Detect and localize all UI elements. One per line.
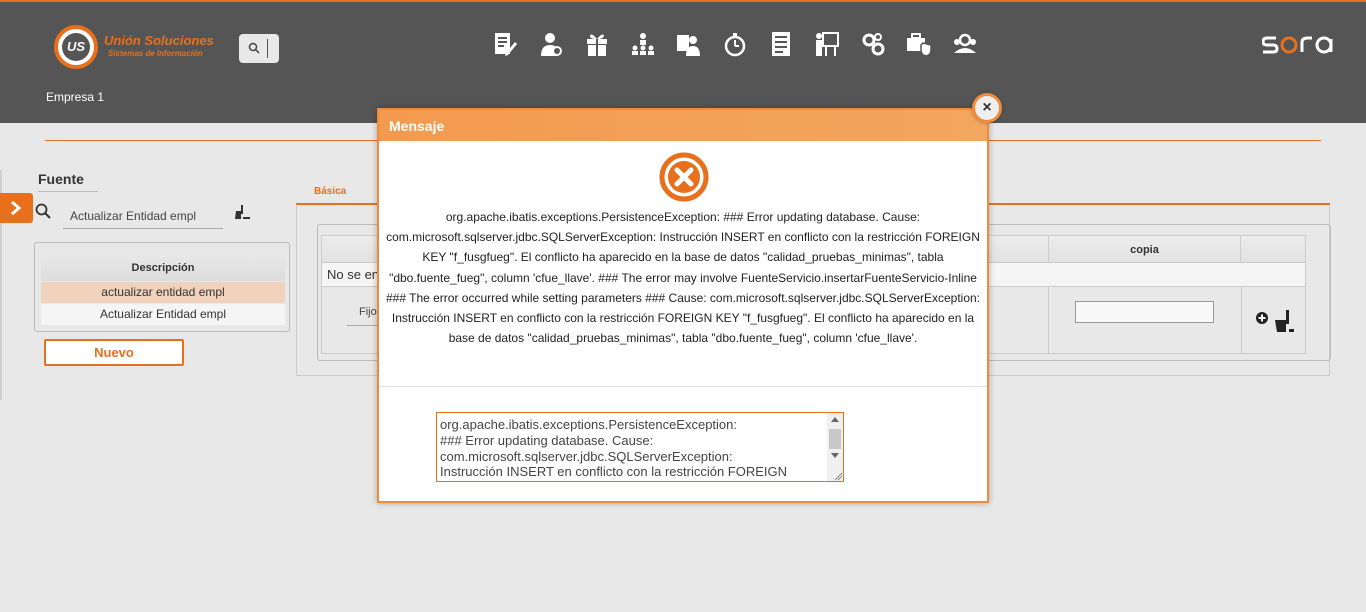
org-chart-icon[interactable] [630, 30, 656, 58]
column-divider [1048, 287, 1049, 354]
sara-brand-logo [1261, 32, 1337, 58]
edit-document-icon[interactable] [492, 30, 518, 58]
close-icon: × [982, 99, 992, 116]
title-underline [38, 191, 98, 192]
dialog-title: Mensaje [389, 118, 445, 134]
top-navbar: US Unión Soluciones Sistemas de Informac… [0, 0, 1366, 123]
logo-title: Unión Soluciones [104, 33, 214, 48]
tab-basica[interactable]: Básica [314, 186, 346, 197]
stopwatch-icon[interactable] [722, 30, 748, 58]
scroll-thumb[interactable] [829, 429, 841, 449]
clear-row-icon[interactable] [1273, 309, 1295, 333]
user-settings-icon[interactable] [538, 30, 564, 58]
search-icon[interactable] [35, 203, 51, 219]
clear-filter-icon[interactable] [233, 204, 251, 220]
scroll-up-icon[interactable] [831, 417, 839, 422]
gift-icon[interactable] [584, 30, 610, 58]
briefcase-shield-icon[interactable] [906, 30, 932, 58]
company-name: Empresa 1 [46, 90, 105, 104]
scroll-down-icon[interactable] [831, 453, 839, 458]
error-detail-text: org.apache.ibatis.exceptions.Persistence… [440, 417, 788, 480]
list-item[interactable]: actualizar entidad empl [41, 282, 285, 303]
message-dialog: Mensaje org.apache.ibatis.exceptions.Per… [377, 108, 989, 503]
fuente-search-input[interactable] [63, 203, 223, 229]
list-item[interactable]: Actualizar Entidad empl [41, 304, 285, 325]
fijo-select[interactable]: Fijo [359, 306, 377, 318]
logo-circle: US [54, 25, 98, 69]
error-message: org.apache.ibatis.exceptions.Persistence… [385, 210, 981, 346]
dialog-header: Mensaje [379, 110, 987, 141]
error-icon [659, 152, 709, 202]
logo-subtitle: Sistemas de Información [108, 49, 203, 58]
error-detail-textarea[interactable]: org.apache.ibatis.exceptions.Persistence… [436, 412, 844, 482]
module-nav [492, 30, 978, 60]
list-document-icon[interactable] [768, 30, 794, 58]
search-divider [267, 39, 268, 58]
column-divider [1241, 287, 1242, 354]
logo-mark: US [62, 33, 90, 61]
presentation-icon[interactable] [814, 30, 840, 58]
resize-handle-icon[interactable] [833, 471, 843, 481]
page-title: Fuente [38, 171, 84, 187]
global-search-button[interactable] [239, 34, 279, 63]
fuente-list-panel: Descripción actualizar entidad empl Actu… [34, 242, 290, 332]
column-header-copia[interactable]: copia [1048, 236, 1241, 264]
sidebar-toggle-button[interactable] [0, 193, 33, 223]
user-card-icon[interactable] [676, 30, 702, 58]
new-button[interactable]: Nuevo [44, 339, 184, 366]
users-group-icon[interactable] [952, 30, 978, 58]
chevron-right-icon [11, 200, 22, 216]
copia-input[interactable] [1075, 301, 1214, 323]
gears-icon[interactable] [860, 30, 886, 58]
search-icon [248, 42, 260, 54]
company-logo[interactable]: US Unión Soluciones Sistemas de Informac… [52, 23, 222, 69]
dialog-divider [379, 386, 987, 387]
dialog-close-button[interactable]: × [972, 93, 1002, 123]
column-header-descripcion[interactable]: Descripción [41, 255, 285, 281]
add-icon[interactable] [1256, 312, 1268, 324]
